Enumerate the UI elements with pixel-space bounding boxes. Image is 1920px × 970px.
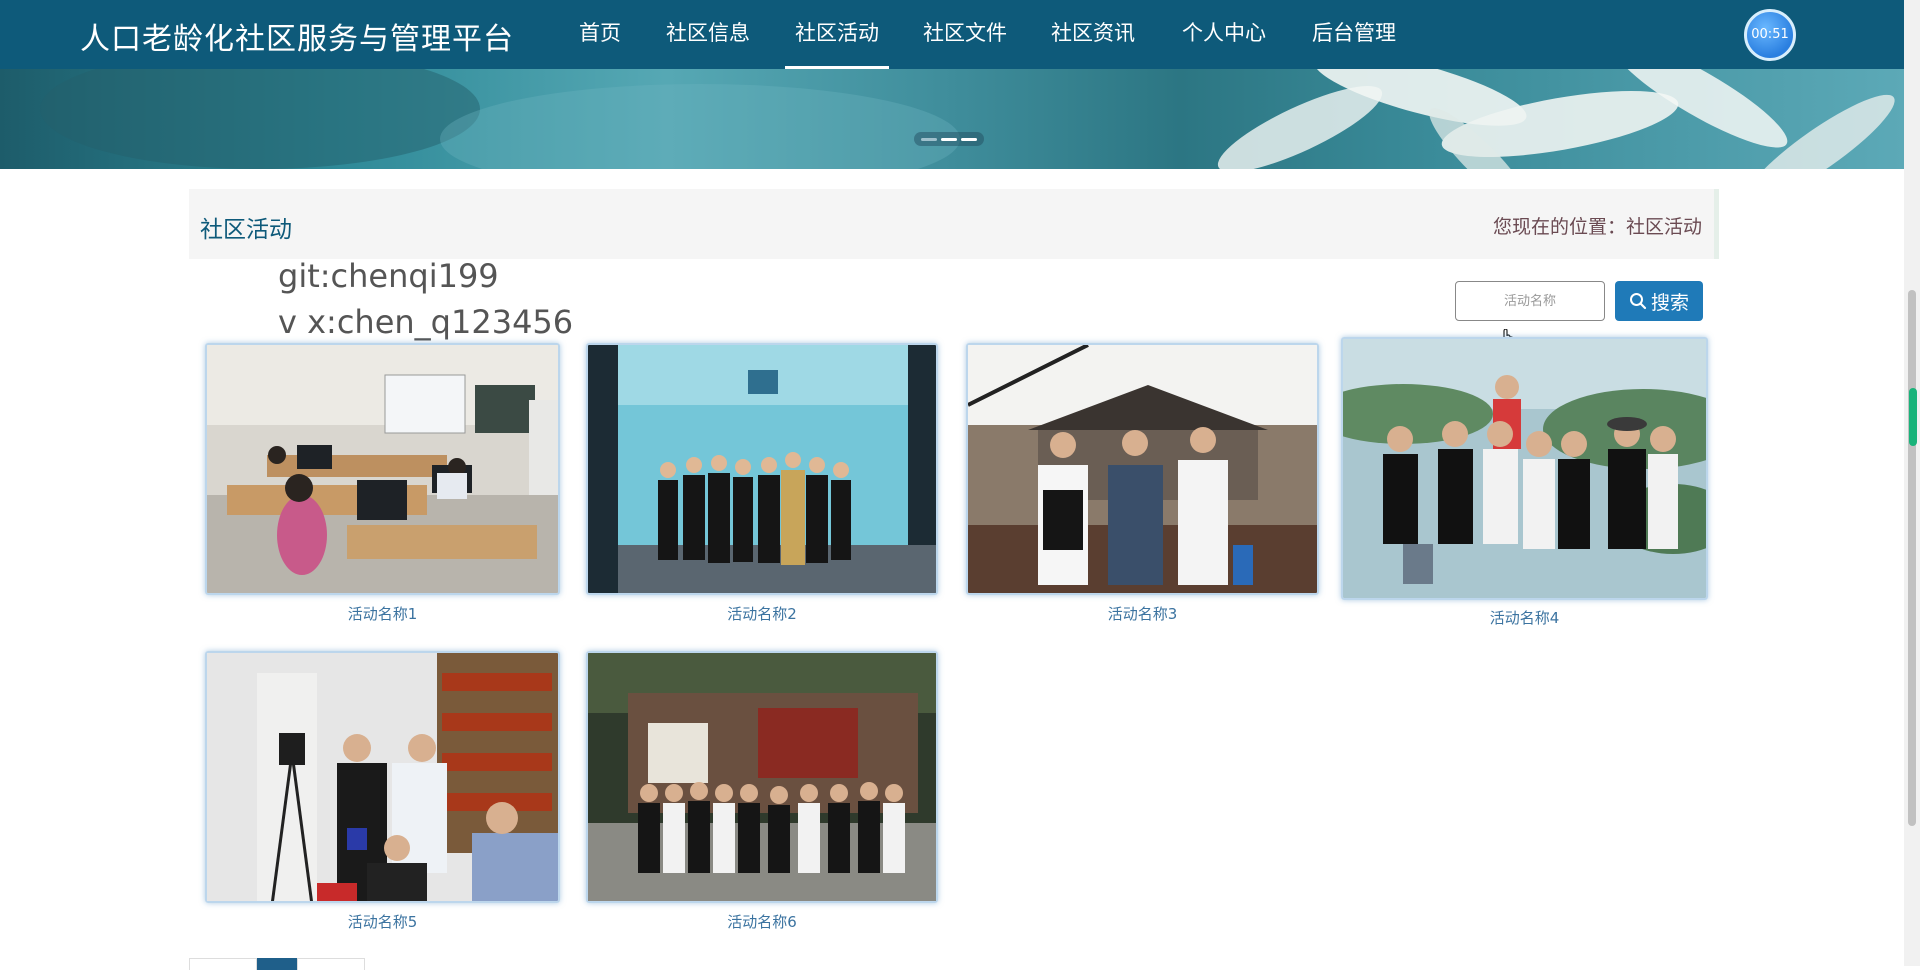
scroll-position-marker	[1909, 388, 1917, 446]
search-button-label: 搜索	[1650, 292, 1689, 314]
pagination	[189, 958, 365, 970]
activity-name-2[interactable]: 活动名称2	[586, 603, 938, 624]
pagination-current-page[interactable]	[257, 958, 297, 970]
carousel-dot-active[interactable]	[941, 137, 957, 141]
activity-photo-6[interactable]	[586, 651, 938, 903]
nav-item-home[interactable]: 首页	[569, 0, 631, 69]
search-icon	[1629, 293, 1647, 310]
activity-photo-5[interactable]	[205, 651, 560, 903]
classroom-photo	[207, 345, 558, 593]
pagination-next-button[interactable]	[297, 958, 365, 970]
search-button[interactable]: 搜索	[1615, 281, 1703, 321]
watermark-line-2: v x:chen_q123456	[278, 303, 574, 341]
activity-name-5[interactable]: 活动名称5	[205, 911, 560, 932]
activity-photo-4[interactable]	[1341, 337, 1708, 600]
activity-name-1[interactable]: 活动名称1	[205, 603, 560, 624]
scrollbar-thumb[interactable]	[1908, 290, 1916, 826]
nav-item-personal-center[interactable]: 个人中心	[1172, 0, 1276, 69]
activity-card-5[interactable]: 活动名称5	[205, 651, 560, 931]
site-title: 人口老龄化社区服务与管理平台	[80, 22, 514, 57]
carousel-dot[interactable]	[921, 137, 937, 141]
activity-card-6[interactable]: 活动名称6	[586, 651, 938, 931]
section-title: 社区活动	[200, 217, 292, 243]
activity-photo-2[interactable]	[586, 343, 938, 595]
banner-flower-image	[40, 69, 1895, 169]
watermark-line-1: git:chenqi199	[278, 257, 499, 295]
carousel-dot[interactable]	[961, 137, 977, 141]
lake-viewpoint-group-photo	[1343, 339, 1706, 598]
activity-name-6[interactable]: 活动名称6	[586, 911, 938, 932]
breadcrumb: 您现在的位置：社区活动	[1492, 216, 1702, 238]
activity-photo-3[interactable]	[966, 343, 1319, 595]
section-header: 社区活动 您现在的位置：社区活动	[189, 189, 1719, 259]
conference-group-photo	[588, 345, 936, 593]
temple-group-photo	[968, 345, 1317, 593]
banner-carousel	[0, 69, 1904, 169]
nav-item-community-activity[interactable]: 社区活动	[785, 0, 889, 69]
carousel-indicators	[914, 132, 984, 146]
timer-badge[interactable]: 00:51	[1744, 9, 1796, 61]
activity-card-4[interactable]: 活动名称4	[1341, 337, 1708, 627]
activity-card-1[interactable]: 活动名称1	[205, 343, 560, 623]
nav-item-admin[interactable]: 后台管理	[1302, 0, 1406, 69]
activity-card-3[interactable]: 活动名称3	[966, 343, 1319, 623]
activity-card-2[interactable]: 活动名称2	[586, 343, 938, 623]
watermark-text: git:chenqi199 v x:chen_q123456	[278, 253, 573, 345]
activity-name-search-input[interactable]	[1455, 281, 1605, 321]
library-demo-photo	[207, 653, 558, 901]
activity-name-4[interactable]: 活动名称4	[1341, 607, 1708, 628]
nav-item-community-files[interactable]: 社区文件	[913, 0, 1017, 69]
activity-name-3[interactable]: 活动名称3	[966, 603, 1319, 624]
nav-item-community-info[interactable]: 社区信息	[656, 0, 760, 69]
temple-courtyard-group-photo	[588, 653, 936, 901]
pagination-prev-button[interactable]	[189, 958, 257, 970]
top-navbar: 人口老龄化社区服务与管理平台 首页 社区信息 社区活动 社区文件 社区资讯 个人…	[0, 0, 1904, 69]
activity-photo-1[interactable]	[205, 343, 560, 595]
nav-item-community-news[interactable]: 社区资讯	[1041, 0, 1145, 69]
